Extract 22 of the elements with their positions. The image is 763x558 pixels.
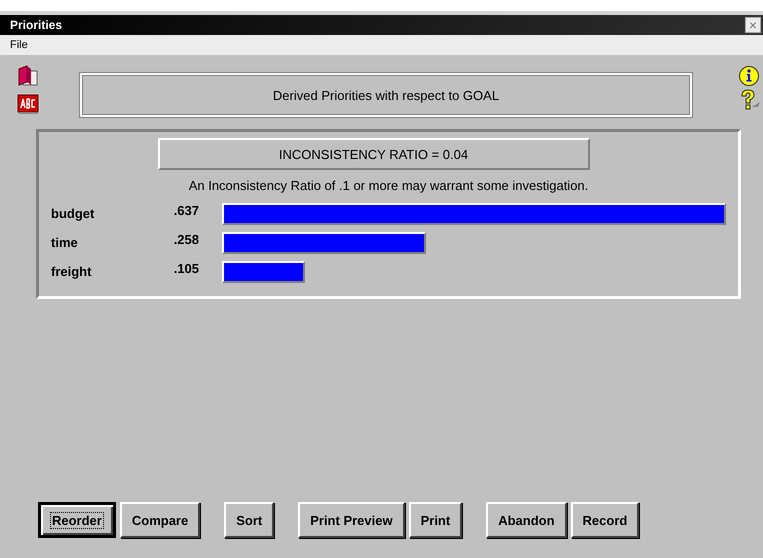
priority-value: .637 — [172, 203, 199, 218]
close-button[interactable]: × — [745, 17, 761, 33]
action-button[interactable]: Abandon — [486, 502, 567, 538]
criterion-name: budget — [51, 206, 96, 221]
criterion-name: time — [51, 235, 79, 250]
priority-value: .105 — [172, 261, 199, 276]
action-button[interactable]: Sort — [224, 502, 274, 538]
heading-text: Derived Priorities with respect to GOAL — [80, 73, 692, 117]
note-text: An Inconsistency Ratio of .1 or more may warrant some investigation. — [188, 178, 590, 193]
action-button[interactable]: Compare — [120, 502, 200, 538]
inconsistency-ratio: INCONSISTENCY RATIO = 0.04 — [158, 138, 590, 170]
action-button[interactable]: Print — [408, 502, 462, 538]
action-button[interactable]: Reorder — [38, 502, 116, 538]
action-button[interactable]: Print Preview — [298, 502, 405, 538]
spelling-icon[interactable] — [17, 93, 39, 115]
info-icon[interactable] — [738, 65, 760, 87]
book-icon[interactable] — [17, 65, 39, 87]
window-title: Priorities — [10, 18, 62, 32]
action-button[interactable]: Record — [570, 502, 640, 538]
criterion-name: freight — [51, 264, 92, 279]
menu-item[interactable]: File — [10, 39, 28, 51]
priority-value: .258 — [172, 232, 199, 247]
